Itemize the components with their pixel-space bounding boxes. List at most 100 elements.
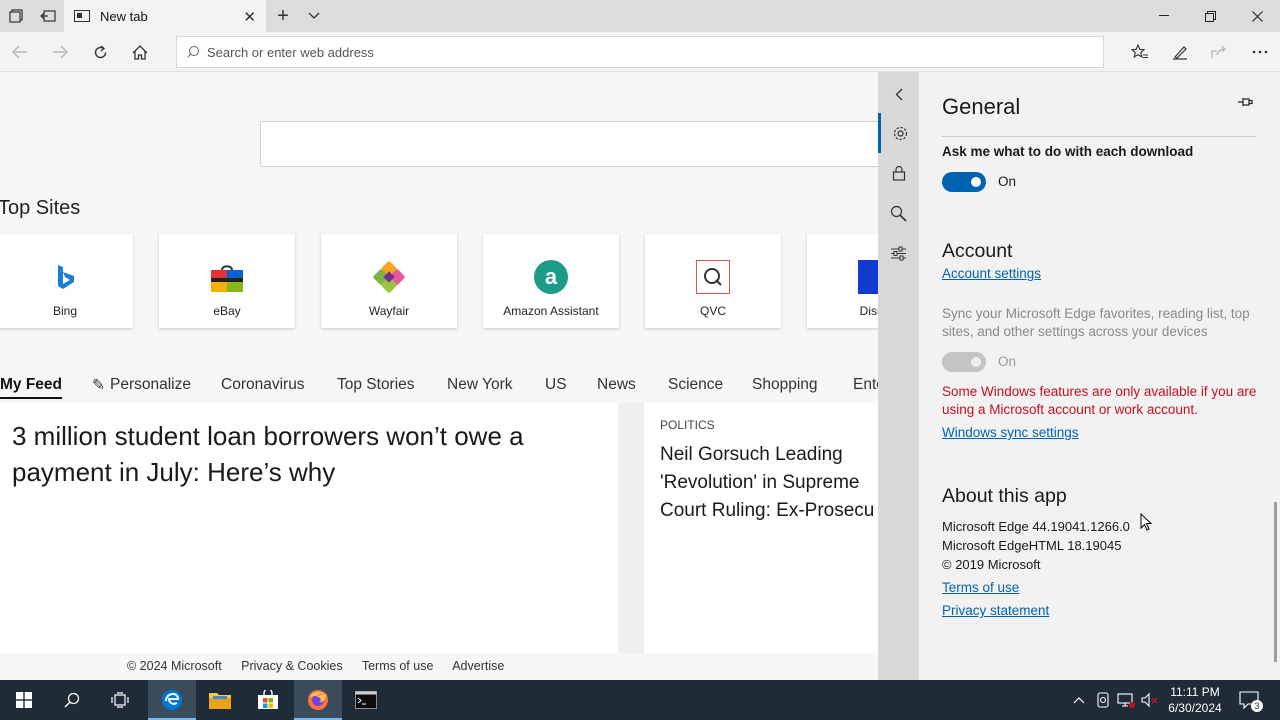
- settings-gear-icon[interactable]: [878, 113, 919, 153]
- article-card[interactable]: 3 million student loan borrowers won’t o…: [0, 403, 618, 653]
- chevron-up-icon[interactable]: [1068, 680, 1090, 720]
- tab-top-stories[interactable]: Top Stories: [337, 376, 415, 394]
- tab-coronavirus[interactable]: Coronavirus: [221, 376, 305, 394]
- forward-button[interactable]: [40, 36, 80, 68]
- top-site-qvc[interactable]: QVC: [645, 234, 781, 328]
- tab-us[interactable]: US: [545, 376, 567, 394]
- bing-icon: [58, 265, 74, 289]
- close-tab-icon[interactable]: ✕: [243, 8, 256, 26]
- tab-science[interactable]: Science: [668, 376, 723, 394]
- search-icon[interactable]: [48, 680, 96, 720]
- top-site-amazon-assistant[interactable]: a Amazon Assistant: [483, 234, 619, 328]
- pencil-icon: ✎: [92, 377, 105, 394]
- edgehtml-version: Microsoft EdgeHTML 18.19045: [942, 538, 1122, 553]
- pen-icon[interactable]: [1160, 36, 1200, 68]
- settings-panel: General Ask me what to do with each down…: [919, 72, 1280, 680]
- share-icon[interactable]: [1199, 36, 1239, 68]
- home-button[interactable]: [120, 36, 160, 68]
- sync-toggle-state: On: [998, 354, 1017, 369]
- privacy-statement-link[interactable]: Privacy statement: [942, 603, 1049, 618]
- terms-link[interactable]: Terms of use: [362, 659, 434, 673]
- set-aside-tabs-icon[interactable]: [32, 0, 64, 32]
- close-window-button[interactable]: [1234, 0, 1280, 32]
- new-tab-icon: [74, 10, 90, 22]
- address-bar[interactable]: Search or enter web address: [176, 36, 1104, 68]
- tab-my-feed[interactable]: My Feed: [0, 376, 63, 399]
- amazon-assistant-icon: a: [534, 260, 568, 294]
- copyright-text: © 2024 Microsoft: [127, 659, 222, 673]
- svg-text:a: a: [545, 264, 558, 289]
- about-copyright: © 2019 Microsoft: [942, 557, 1041, 572]
- article-headline[interactable]: Neil Gorsuch Leading 'Revolution' in Sup…: [660, 441, 878, 525]
- address-placeholder: Search or enter web address: [207, 44, 374, 60]
- system-clock[interactable]: 11:11 PM 6/30/2024: [1160, 684, 1230, 716]
- search-icon: [187, 46, 199, 58]
- article-card[interactable]: POLITICS Neil Gorsuch Leading 'Revolutio…: [644, 403, 878, 653]
- favorites-icon[interactable]: [1120, 36, 1160, 68]
- top-site-ebay[interactable]: eBay: [159, 234, 295, 328]
- device-icon[interactable]: [1092, 680, 1114, 720]
- edge-taskbar-icon[interactable]: [148, 680, 196, 720]
- top-site-wayfair[interactable]: Wayfair: [321, 234, 457, 328]
- ebay-icon: [211, 265, 243, 292]
- account-settings-link[interactable]: Account settings: [942, 266, 1041, 281]
- new-tab-button[interactable]: +: [267, 0, 299, 32]
- top-site-label: Wayfair: [368, 304, 410, 318]
- refresh-button[interactable]: [80, 36, 120, 68]
- firefox-icon[interactable]: [294, 680, 342, 720]
- notification-count: 3: [1251, 700, 1263, 712]
- headline-line: 'Revolution' in Supreme: [660, 472, 860, 493]
- store-icon[interactable]: [244, 680, 292, 720]
- file-explorer-icon[interactable]: [196, 680, 244, 720]
- privacy-cookies-link[interactable]: Privacy & Cookies: [241, 659, 342, 673]
- tab-new-tab[interactable]: New tab ✕: [64, 0, 266, 32]
- tab-title: New tab: [100, 8, 148, 24]
- sync-toggle: [942, 352, 986, 372]
- tab-entertainment[interactable]: Ente: [853, 376, 878, 394]
- volume-muted-icon[interactable]: [1139, 680, 1161, 720]
- advertise-link[interactable]: Advertise: [452, 659, 504, 673]
- settings-rail: [878, 72, 919, 680]
- tab-actions-icon[interactable]: [0, 0, 32, 32]
- wayfair-icon: [373, 261, 405, 293]
- terms-of-use-link[interactable]: Terms of use: [942, 580, 1019, 595]
- page-footer: © 2024 Microsoft Privacy & Cookies Terms…: [127, 659, 520, 673]
- scrollbar[interactable]: [1274, 502, 1277, 662]
- about-heading: About this app: [942, 485, 1067, 507]
- back-button[interactable]: [0, 36, 40, 68]
- page-search-box[interactable]: [260, 121, 878, 167]
- top-sites-title: Top Sites: [0, 197, 81, 219]
- pin-icon[interactable]: [1237, 96, 1253, 111]
- lock-icon[interactable]: [878, 153, 919, 193]
- minimize-button[interactable]: [1141, 0, 1187, 32]
- top-site-disney[interactable]: Disne: [807, 234, 878, 328]
- restore-button[interactable]: [1187, 0, 1233, 32]
- start-button[interactable]: [0, 680, 48, 720]
- tab-bar: New tab ✕ +: [0, 0, 1280, 32]
- clock-time: 11:11 PM: [1170, 685, 1220, 699]
- sliders-icon[interactable]: [878, 233, 919, 273]
- network-icon[interactable]: [1115, 680, 1137, 720]
- top-site-bing[interactable]: Bing: [0, 234, 133, 328]
- account-warning: Some Windows features are only available…: [942, 384, 1257, 417]
- more-options-icon[interactable]: [1240, 36, 1280, 68]
- download-toggle[interactable]: [942, 172, 986, 192]
- tab-personalize[interactable]: Personalize: [110, 376, 191, 394]
- article-headline[interactable]: 3 million student loan borrowers won’t o…: [12, 418, 612, 490]
- windows-sync-link[interactable]: Windows sync settings: [942, 425, 1079, 440]
- divider: [942, 136, 1256, 137]
- tab-new-york[interactable]: New York: [447, 376, 512, 394]
- tab-shopping[interactable]: Shopping: [752, 376, 818, 394]
- tab-news[interactable]: News: [597, 376, 636, 394]
- top-site-label: Bing: [52, 304, 78, 318]
- chevron-down-icon[interactable]: [298, 0, 330, 32]
- search-settings-icon[interactable]: [878, 193, 919, 233]
- article-category: POLITICS: [660, 418, 715, 432]
- chevron-left-icon[interactable]: [878, 74, 919, 114]
- terminal-icon[interactable]: [342, 680, 390, 720]
- notification-center-icon[interactable]: 3: [1234, 680, 1264, 720]
- task-view-icon[interactable]: [96, 680, 144, 720]
- mouse-cursor-icon: [1140, 513, 1152, 531]
- top-site-label: eBay: [213, 304, 241, 318]
- download-toggle-state: On: [998, 174, 1017, 189]
